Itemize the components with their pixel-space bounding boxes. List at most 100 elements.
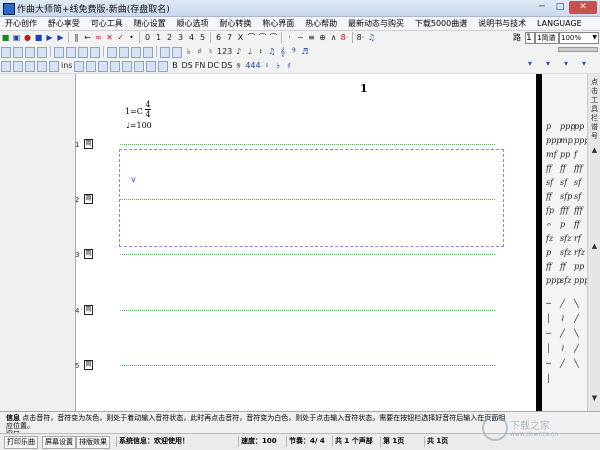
minimize-button[interactable]: ─ — [533, 1, 551, 14]
scroll-arrow-icon[interactable]: ▲ — [589, 146, 600, 154]
menu-item[interactable]: 可心工具 — [88, 17, 126, 30]
staff-line[interactable] — [120, 144, 495, 145]
trill-icon[interactable]: ~ — [296, 32, 305, 44]
layout-tool-icon[interactable] — [66, 47, 76, 58]
menu-item[interactable]: 说明书与技术 — [475, 17, 529, 30]
flat2-icon[interactable]: ♭ — [274, 60, 283, 72]
dropdown-arrow-icon[interactable]: ▾ — [546, 59, 550, 68]
dynamic-mark-item[interactable]: p — [546, 248, 551, 257]
dynamic-mark-item[interactable]: ff — [546, 262, 552, 271]
format-tool-icon[interactable] — [98, 61, 109, 72]
stacc-icon[interactable]: · — [285, 32, 294, 44]
line-tool-icon[interactable]: ⌇ — [560, 344, 564, 353]
menu-item[interactable]: 顺心选项 — [174, 17, 212, 30]
menu-item[interactable]: 热心帮助 — [302, 17, 340, 30]
natural2-icon[interactable]: ♮ — [263, 60, 272, 72]
delete-icon[interactable]: ✕ — [105, 32, 114, 44]
octave-down-icon[interactable]: 8· — [356, 32, 365, 44]
line-notation-box[interactable]: 简 — [84, 249, 93, 259]
dynamic-mark-item[interactable]: ff — [546, 192, 552, 201]
open-file-icon[interactable]: ▣ — [12, 32, 21, 44]
play-icon[interactable]: ▶ — [45, 32, 54, 44]
segno-icon[interactable]: 𝄋 — [234, 60, 243, 72]
key-signature[interactable]: 1=C — [125, 107, 143, 116]
dynamic-mark-item[interactable]: mp — [560, 136, 573, 145]
scroll-arrow-icon[interactable]: ▼ — [589, 394, 600, 402]
dynamic-mark-item[interactable]: sf — [560, 178, 567, 187]
bass-clef-icon[interactable]: 𝄢 — [289, 46, 298, 58]
dynamic-mark-item[interactable]: p — [560, 220, 565, 229]
dynamic-mark-item[interactable]: fff — [560, 206, 569, 215]
format-tool-icon[interactable] — [158, 61, 169, 72]
num-2-button[interactable]: 2 — [165, 32, 174, 44]
layout-tool-icon[interactable] — [54, 47, 64, 58]
tab-screen-settings[interactable]: 屏幕设置 — [42, 436, 76, 449]
layout-tool-icon[interactable] — [131, 47, 141, 58]
tremolo-icon[interactable]: ≡ — [307, 32, 316, 44]
tie-icon[interactable]: ⌒ — [258, 32, 267, 44]
menu-item[interactable]: 随心设置 — [131, 17, 169, 30]
staff-line[interactable] — [120, 310, 495, 311]
lu-input[interactable]: 1 — [525, 32, 535, 44]
clef-icon[interactable]: 𝄞 — [278, 46, 287, 58]
staff-line[interactable] — [120, 254, 495, 255]
edit-tool-icon[interactable] — [13, 61, 23, 72]
dc-icon[interactable]: DC — [207, 60, 219, 72]
num-1-button[interactable]: 1 — [154, 32, 163, 44]
line-tool-icon[interactable]: │ — [546, 314, 551, 323]
natural-icon[interactable]: ♮ — [206, 46, 215, 58]
line-tool-icon[interactable]: ╱ — [560, 359, 565, 368]
dynamic-mark-item[interactable]: sfz — [560, 276, 571, 285]
line-notation-box[interactable]: 简 — [84, 194, 93, 204]
edit-tool-icon[interactable] — [25, 61, 35, 72]
line-tool-icon[interactable]: ─ — [546, 359, 551, 368]
zoom-select[interactable]: 100% ▼ — [559, 32, 599, 44]
format-tool-icon[interactable] — [86, 61, 97, 72]
ornament-icon[interactable]: ⊕ — [318, 32, 327, 44]
menu-item[interactable]: 耐心转换 — [216, 17, 254, 30]
line-notation-box[interactable]: 简 — [84, 305, 93, 315]
phrase-icon[interactable]: ⌒ — [269, 32, 278, 44]
flat-icon[interactable]: ♭ — [184, 46, 193, 58]
measure-icon[interactable]: 444 — [245, 60, 260, 72]
staff-line[interactable] — [120, 365, 495, 366]
line-tool-icon[interactable]: ╱ — [560, 299, 565, 308]
menu-item[interactable]: 称心界面 — [259, 17, 297, 30]
num-5-button[interactable]: 5 — [198, 32, 207, 44]
dynamic-mark-item[interactable]: f — [574, 150, 577, 159]
line-notation-box[interactable]: 简 — [84, 139, 93, 149]
quarter-icon[interactable]: ♩ — [245, 46, 254, 58]
dynamic-mark-item[interactable]: sfp — [560, 192, 572, 201]
dropdown-arrow-icon[interactable]: ▾ — [582, 59, 586, 68]
layout-tool-icon[interactable] — [90, 47, 100, 58]
format-tool-icon[interactable] — [122, 61, 133, 72]
tempo-marking[interactable]: ♩=100 — [126, 121, 152, 130]
menu-item[interactable]: 开心创作 — [2, 17, 40, 30]
dropdown-arrow-icon[interactable]: ▾ — [528, 59, 532, 68]
bold-icon[interactable]: B — [170, 60, 179, 72]
play-from-icon[interactable]: ▶ — [56, 32, 65, 44]
dynamic-mark-item[interactable]: ff — [574, 220, 580, 229]
ds-icon[interactable]: DS — [181, 60, 192, 72]
tab-print[interactable]: 打印乐曲 — [4, 436, 38, 449]
dynamic-mark-item[interactable]: fff — [574, 206, 583, 215]
format-tool-icon[interactable] — [134, 61, 145, 72]
dynamic-mark-item[interactable]: fz — [546, 234, 553, 243]
line-tool-icon[interactable]: ╱ — [574, 314, 579, 323]
line-tool-icon[interactable]: ⌇ — [560, 314, 564, 323]
selection-box[interactable] — [119, 149, 504, 247]
dynamic-mark-item[interactable]: p — [546, 122, 551, 131]
edit-tool-icon[interactable] — [37, 61, 47, 72]
dynamic-mark-item[interactable]: sfz — [560, 248, 571, 257]
close-button[interactable]: ✕ — [569, 1, 597, 14]
scroll-arrow-icon[interactable]: ▲ — [589, 242, 600, 250]
dynamic-mark-item[interactable]: fff — [574, 164, 583, 173]
menu-item[interactable]: LANGUAGE — [534, 17, 585, 30]
dynamic-mark-item[interactable]: sf — [574, 178, 581, 187]
repeat-icon[interactable]: ≈ — [94, 32, 103, 44]
insert-button[interactable]: ins — [61, 60, 72, 72]
zoom-slider[interactable] — [558, 47, 598, 52]
beam-group-icon[interactable]: ♬ — [300, 46, 309, 58]
dynamic-mark-item[interactable]: rfz — [574, 248, 585, 257]
rest-icon[interactable]: 𝄽 — [256, 46, 265, 58]
